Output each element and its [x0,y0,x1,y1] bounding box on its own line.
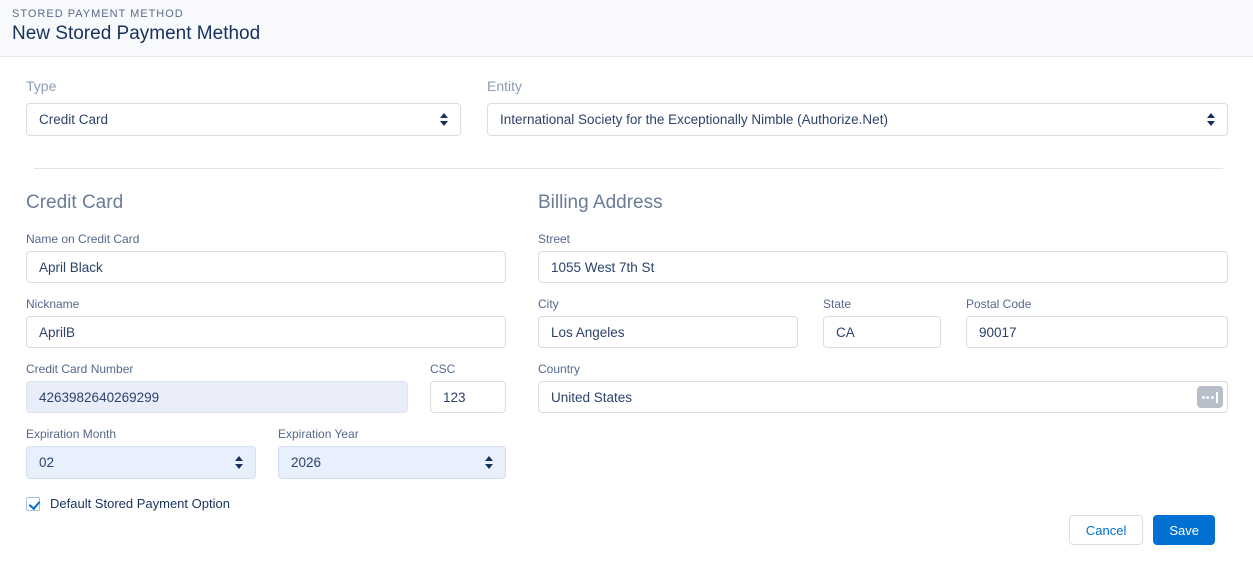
default-option-label: Default Stored Payment Option [50,496,230,511]
expiration-month-field-group: Expiration Month 02 [26,427,256,479]
expiration-month-select[interactable]: 02 [26,446,256,479]
type-select-value: Credit Card [39,112,109,127]
expiration-year-field-group: Expiration Year 2026 [278,427,506,479]
csc-field-group: CSC [430,362,506,413]
expiration-month-label: Expiration Month [26,427,117,441]
street-input[interactable] [538,251,1228,283]
type-entity-row: Type Credit Card Entity International So… [26,78,1228,136]
country-lookup-button[interactable] [1197,386,1223,408]
entity-select-value: International Society for the Exceptiona… [500,112,888,127]
state-label: State [823,297,852,311]
default-option-row: Default Stored Payment Option [26,496,506,511]
expiration-year-select[interactable]: 2026 [278,446,506,479]
csc-label: CSC [430,362,456,376]
expiration-year-value: 2026 [291,455,322,470]
page-header: Stored Payment Method New Stored Payment… [0,0,1253,57]
entity-select[interactable]: International Society for the Exceptiona… [487,103,1228,136]
city-state-postal-row: City State Postal Code [538,297,1228,348]
state-field-group: State [823,297,941,348]
section-divider [34,168,1223,169]
postal-code-label: Postal Code [966,297,1032,311]
country-input-wrap [538,381,1228,413]
object-type-eyebrow: Stored Payment Method [12,8,184,20]
type-label: Type [26,78,57,94]
entity-label: Entity [487,78,523,94]
nickname-input[interactable] [26,316,506,348]
billing-address-section-title: Billing Address [538,192,663,213]
select-stepper-icon [1207,113,1215,126]
csc-input[interactable] [430,381,506,413]
nickname-field-group: Nickname [26,297,506,348]
expiration-row: Expiration Month 02 Expiration Year 2026 [26,427,506,479]
details-grid: Credit Card Name on Credit Card Nickname… [26,192,1228,511]
type-field-group: Type Credit Card [26,78,461,136]
credit-card-section-title: Credit Card [26,192,124,213]
city-label: City [538,297,559,311]
name-on-card-field-group: Name on Credit Card [26,232,506,283]
credit-card-section: Credit Card Name on Credit Card Nickname… [26,192,506,511]
street-label: Street [538,232,571,246]
select-stepper-icon [485,456,493,469]
select-stepper-icon [235,456,243,469]
save-button[interactable]: Save [1153,515,1215,545]
select-stepper-icon [440,113,448,126]
name-on-card-input[interactable] [26,251,506,283]
name-on-card-label: Name on Credit Card [26,232,140,246]
type-select[interactable]: Credit Card [26,103,461,136]
nickname-label: Nickname [26,297,80,311]
default-option-checkbox[interactable] [26,496,40,511]
city-field-group: City [538,297,798,348]
ellipsis-icon [1201,395,1205,399]
city-input[interactable] [538,316,798,348]
expiration-year-label: Expiration Year [278,427,359,441]
cancel-button[interactable]: Cancel [1068,515,1144,545]
card-number-row: Credit Card Number CSC [26,362,506,413]
entity-field-group: Entity International Society for the Exc… [487,78,1228,136]
country-input[interactable] [538,381,1228,413]
card-number-input[interactable] [26,381,408,413]
card-number-label: Credit Card Number [26,362,134,376]
postal-code-field-group: Postal Code [966,297,1228,348]
billing-address-section: Billing Address Street City State Postal… [538,192,1228,511]
country-label: Country [538,362,581,376]
footer-actions: Cancel Save [26,515,1228,545]
card-number-field-group: Credit Card Number [26,362,408,413]
country-field-group: Country [538,362,1228,413]
postal-code-input[interactable] [966,316,1228,348]
street-field-group: Street [538,232,1228,283]
form-content: Type Credit Card Entity International So… [0,78,1253,545]
page-title: New Stored Payment Method [12,23,261,44]
state-input[interactable] [823,316,941,348]
expiration-month-value: 02 [39,455,55,470]
